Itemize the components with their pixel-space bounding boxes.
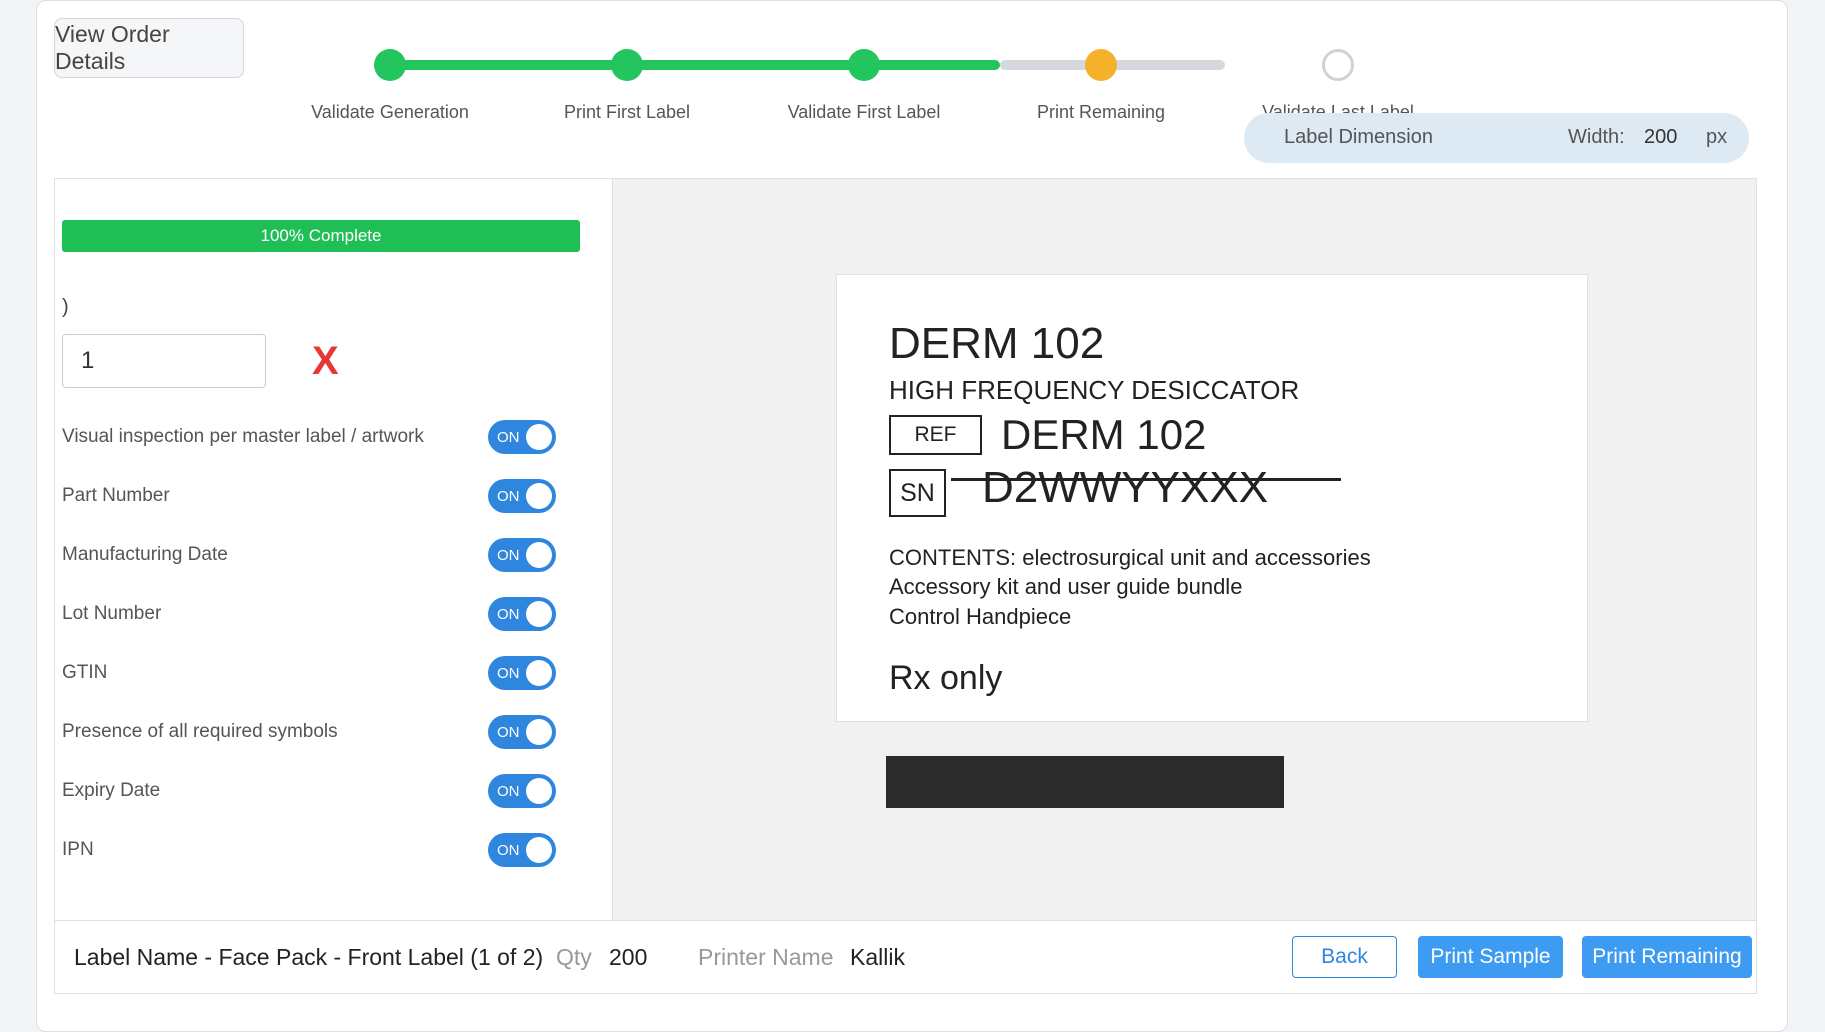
check-row-visual-inspection: Visual inspection per master label / art… xyxy=(62,420,562,456)
required-symbols-toggle[interactable]: ON xyxy=(488,715,556,749)
check-row-lot-number: Lot Number ON xyxy=(62,597,562,633)
sn-symbol: SN xyxy=(889,469,946,517)
step-label-validate-first-label: Validate First Label xyxy=(787,102,941,122)
manufacturing-date-toggle[interactable]: ON xyxy=(488,538,556,572)
check-label: Manufacturing Date xyxy=(62,544,228,565)
progress-bar: 100% Complete xyxy=(62,220,580,252)
sn-value: D2WWYYXXX xyxy=(982,463,1269,512)
check-row-required-symbols: Presence of all required symbols ON xyxy=(62,715,562,751)
print-remaining-button[interactable]: Print Remaining xyxy=(1582,936,1752,978)
check-label: Presence of all required symbols xyxy=(62,721,338,742)
label-preview-card: DERM 102 HIGH FREQUENCY DESICCATOR REF D… xyxy=(836,274,1588,722)
check-label: IPN xyxy=(62,839,94,860)
rx-only-text: Rx only xyxy=(889,659,1003,697)
step-label-print-remaining: Print Remaining xyxy=(1036,102,1166,122)
view-order-details-button[interactable]: View Order Details xyxy=(54,18,244,78)
label-product-title: DERM 102 xyxy=(889,319,1105,368)
label-dimension-bar: Label Dimension Width: 200 px xyxy=(1244,113,1749,163)
gtin-toggle[interactable]: ON xyxy=(488,656,556,690)
label-contents-line: CONTENTS: electrosurgical unit and acces… xyxy=(889,545,1371,570)
label-contents-line: Accessory kit and user guide bundle xyxy=(889,574,1243,599)
check-row-ipn: IPN ON xyxy=(62,833,562,869)
check-row-manufacturing-date: Manufacturing Date ON xyxy=(62,538,562,574)
check-row-part-number: Part Number ON xyxy=(62,479,562,515)
sn-strike-line xyxy=(951,478,1341,481)
step-dot-validate-generation xyxy=(374,49,406,81)
check-label: GTIN xyxy=(62,662,108,683)
check-row-expiry-date: Expiry Date ON xyxy=(62,774,562,810)
qty-value: 200 xyxy=(609,944,648,970)
check-label: Part Number xyxy=(62,485,170,506)
label-name-text: Label Name - Face Pack - Front Label (1 … xyxy=(74,944,544,970)
step-label-validate-generation: Validate Generation xyxy=(311,102,469,122)
step-dot-validate-last-label xyxy=(1322,49,1354,81)
ipn-toggle[interactable]: ON xyxy=(488,833,556,867)
visual-inspection-toggle[interactable]: ON xyxy=(488,420,556,454)
print-sample-button[interactable]: Print Sample xyxy=(1418,936,1563,978)
expiry-date-toggle[interactable]: ON xyxy=(488,774,556,808)
step-dot-print-first-label xyxy=(611,49,643,81)
qty-label: Qty xyxy=(556,944,592,970)
step-dot-print-remaining xyxy=(1085,49,1117,81)
check-label: Expiry Date xyxy=(62,780,161,801)
validation-count-input[interactable] xyxy=(62,334,266,388)
step-label-print-first-label: Print First Label xyxy=(563,102,691,122)
check-label: Lot Number xyxy=(62,603,162,624)
label-dimension-title: Label Dimension xyxy=(1284,126,1433,148)
printer-name-value: Kallik xyxy=(850,944,905,970)
stepper-track-done xyxy=(390,60,1000,70)
part-number-toggle[interactable]: ON xyxy=(488,479,556,513)
barcode-redacted xyxy=(886,756,1284,808)
lot-number-toggle[interactable]: ON xyxy=(488,597,556,631)
ref-symbol: REF xyxy=(889,415,982,455)
label-contents-line: Control Handpiece xyxy=(889,604,1072,629)
check-label: Visual inspection per master label / art… xyxy=(62,426,424,447)
back-button[interactable]: Back xyxy=(1292,936,1397,978)
check-row-gtin: GTIN ON xyxy=(62,656,562,692)
label-product-subtitle: HIGH FREQUENCY DESICCATOR xyxy=(889,375,1300,405)
step-dot-validate-first-label xyxy=(848,49,880,81)
input-prefix-label: ) xyxy=(62,296,69,318)
ref-value: DERM 102 xyxy=(1001,411,1207,458)
width-label: Width: xyxy=(1568,126,1625,148)
width-value[interactable]: 200 xyxy=(1644,126,1677,149)
invalid-x-icon[interactable]: X xyxy=(312,334,339,388)
width-unit: px xyxy=(1706,126,1728,148)
printer-name-label: Printer Name xyxy=(698,944,834,970)
